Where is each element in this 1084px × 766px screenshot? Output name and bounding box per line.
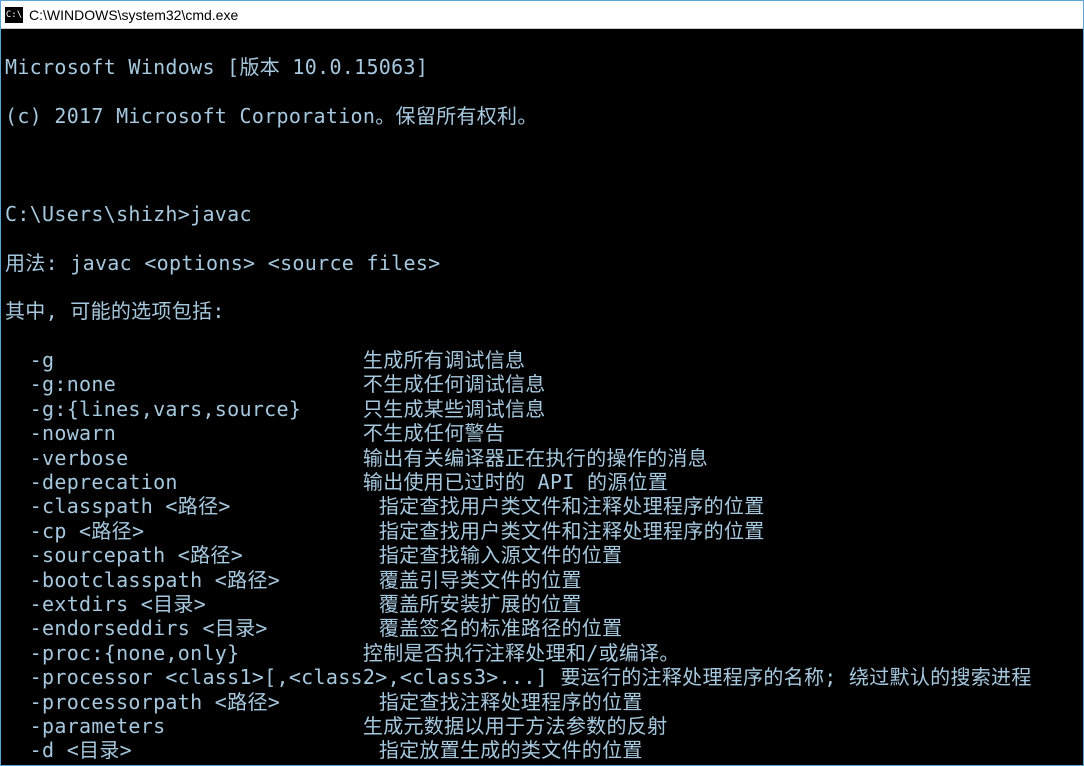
option-row: -g:none 不生成任何调试信息 xyxy=(5,372,1079,396)
option-desc: 生成所有调试信息 xyxy=(363,348,525,372)
option-row: -parameters 生成元数据以用于方法参数的反射 xyxy=(5,714,1079,738)
option-desc: 指定查找用户类文件和注释处理程序的位置 xyxy=(379,494,765,518)
option-flag: -deprecation xyxy=(5,470,363,494)
option-flag: -g:none xyxy=(5,372,363,396)
option-flag: -bootclasspath <路径> xyxy=(5,568,379,592)
option-row: -deprecation 输出使用已过时的 API 的源位置 xyxy=(5,470,1079,494)
option-flag: -g:{lines,vars,source} xyxy=(5,397,363,421)
window-title: C:\WINDOWS\system32\cmd.exe xyxy=(29,7,238,23)
option-row: -nowarn 不生成任何警告 xyxy=(5,421,1079,445)
option-desc: 指定查找用户类文件和注释处理程序的位置 xyxy=(379,519,765,543)
option-flag: -classpath <路径> xyxy=(5,494,379,518)
option-desc: 指定查找注释处理程序的位置 xyxy=(379,690,643,714)
option-desc: 生成元数据以用于方法参数的反射 xyxy=(363,714,668,738)
usage-line: 用法: javac <options> <source files> xyxy=(5,251,1079,275)
option-desc: 指定放置生成的源文件的位置 xyxy=(379,763,643,765)
option-row: -extdirs <目录> 覆盖所安装扩展的位置 xyxy=(5,592,1079,616)
option-desc: 控制是否执行注释处理和/或编译。 xyxy=(363,641,680,665)
option-row: -g 生成所有调试信息 xyxy=(5,348,1079,372)
option-row: -sourcepath <路径> 指定查找输入源文件的位置 xyxy=(5,543,1079,567)
option-flag: -proc:{none,only} xyxy=(5,641,363,665)
option-desc: 覆盖签名的标准路径的位置 xyxy=(379,616,623,640)
option-desc: 指定放置生成的类文件的位置 xyxy=(379,738,643,762)
option-row: -verbose 输出有关编译器正在执行的操作的消息 xyxy=(5,446,1079,470)
option-row: -cp <路径> 指定查找用户类文件和注释处理程序的位置 xyxy=(5,519,1079,543)
option-flag: -processor <class1>[,<class2>,<class3>..… xyxy=(5,665,560,689)
option-flag: -s <目录> xyxy=(5,763,379,765)
option-desc: 不生成任何警告 xyxy=(363,421,505,445)
option-desc: 输出使用已过时的 API 的源位置 xyxy=(363,470,668,494)
blank-line xyxy=(5,153,1079,177)
option-desc: 覆盖所安装扩展的位置 xyxy=(379,592,582,616)
options-intro-line: 其中, 可能的选项包括: xyxy=(5,299,1079,323)
terminal-output[interactable]: Microsoft Windows [版本 10.0.15063] (c) 20… xyxy=(1,29,1083,765)
option-flag: -extdirs <目录> xyxy=(5,592,379,616)
option-row: -d <目录> 指定放置生成的类文件的位置 xyxy=(5,738,1079,762)
option-flag: -cp <路径> xyxy=(5,519,379,543)
options-list: -g 生成所有调试信息 -g:none 不生成任何调试信息 -g:{lines,… xyxy=(5,348,1079,765)
copyright-line: (c) 2017 Microsoft Corporation。保留所有权利。 xyxy=(5,104,1079,128)
option-row: -proc:{none,only} 控制是否执行注释处理和/或编译。 xyxy=(5,641,1079,665)
option-desc: 只生成某些调试信息 xyxy=(363,397,546,421)
option-flag: -nowarn xyxy=(5,421,363,445)
option-flag: -endorseddirs <目录> xyxy=(5,616,379,640)
option-flag: -parameters xyxy=(5,714,363,738)
prompt-line: C:\Users\shizh>javac xyxy=(5,202,1079,226)
cmd-icon: C:\ xyxy=(5,7,23,23)
option-desc: 指定查找输入源文件的位置 xyxy=(379,543,623,567)
option-row: -processorpath <路径> 指定查找注释处理程序的位置 xyxy=(5,690,1079,714)
option-row: -processor <class1>[,<class2>,<class3>..… xyxy=(5,665,1079,689)
window-titlebar[interactable]: C:\ C:\WINDOWS\system32\cmd.exe xyxy=(1,1,1083,29)
option-row: -g:{lines,vars,source} 只生成某些调试信息 xyxy=(5,397,1079,421)
option-row: -endorseddirs <目录> 覆盖签名的标准路径的位置 xyxy=(5,616,1079,640)
option-desc: 输出有关编译器正在执行的操作的消息 xyxy=(363,446,708,470)
option-desc: 覆盖引导类文件的位置 xyxy=(379,568,582,592)
option-flag: -d <目录> xyxy=(5,738,379,762)
option-row: -s <目录> 指定放置生成的源文件的位置 xyxy=(5,763,1079,765)
option-flag: -processorpath <路径> xyxy=(5,690,379,714)
option-row: -bootclasspath <路径> 覆盖引导类文件的位置 xyxy=(5,568,1079,592)
version-line: Microsoft Windows [版本 10.0.15063] xyxy=(5,55,1079,79)
option-flag: -sourcepath <路径> xyxy=(5,543,379,567)
option-flag: -g xyxy=(5,348,363,372)
option-desc: 不生成任何调试信息 xyxy=(363,372,546,396)
option-desc: 要运行的注释处理程序的名称; 绕过默认的搜索进程 xyxy=(560,665,1031,689)
option-flag: -verbose xyxy=(5,446,363,470)
option-row: -classpath <路径> 指定查找用户类文件和注释处理程序的位置 xyxy=(5,494,1079,518)
